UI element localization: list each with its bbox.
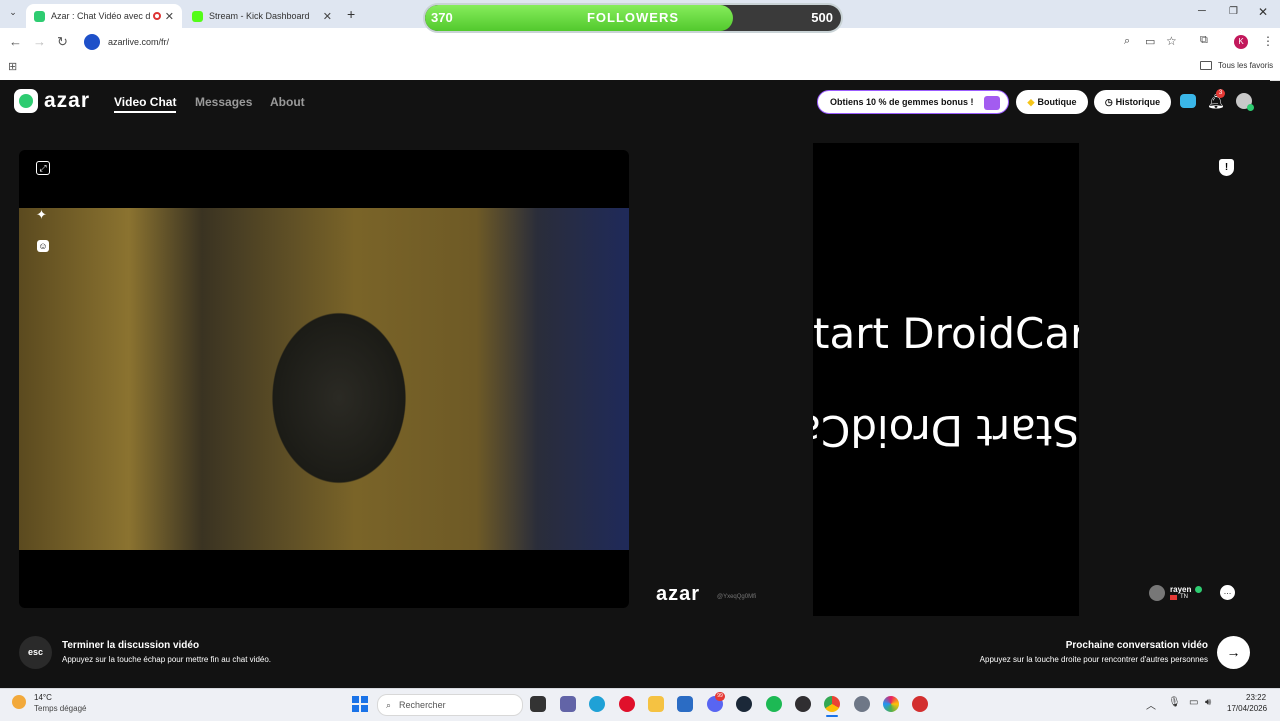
history-button[interactable]: ◷ Historique xyxy=(1094,90,1171,114)
tab-list-button[interactable]: ⌄ xyxy=(6,7,20,21)
edge-icon[interactable] xyxy=(589,696,605,712)
tunisia-flag-icon xyxy=(1170,594,1177,600)
bookmark-star-icon[interactable]: ☆ xyxy=(1166,34,1177,48)
gems-balance-icon[interactable] xyxy=(1180,94,1196,108)
esc-key-button[interactable]: esc xyxy=(19,636,52,669)
next-chat-button[interactable]: → xyxy=(1217,636,1250,669)
recording-icon xyxy=(152,12,161,20)
azar-logo[interactable]: azar xyxy=(14,89,90,113)
gem-promo-button[interactable]: Obtiens 10 % de gemmes bonus ! xyxy=(817,90,1009,114)
peer-avatar[interactable] xyxy=(1149,585,1165,601)
close-window-button[interactable]: ✕ xyxy=(1258,5,1268,19)
store-icon[interactable] xyxy=(677,696,693,712)
tab-azar[interactable]: Azar : Chat Vidéo avec de n ✕ xyxy=(26,4,182,28)
forward-arrow-icon[interactable]: → xyxy=(33,34,46,49)
close-tab-icon[interactable]: ✕ xyxy=(323,10,332,23)
steam-icon[interactable] xyxy=(736,696,752,712)
discord-badge: 99 xyxy=(715,692,725,701)
nav-video-chat[interactable]: Video Chat xyxy=(114,95,177,113)
color-picker-icon[interactable] xyxy=(883,696,899,712)
magic-wand-icon[interactable]: ✦ xyxy=(36,207,47,223)
droidcam-text-mirrored: Start DroidCam xyxy=(813,406,1079,455)
settings-gear-icon[interactable] xyxy=(854,696,870,712)
all-bookmarks[interactable]: Tous les favoris xyxy=(1200,61,1273,70)
clock-date[interactable]: 17/04/2026 xyxy=(1227,704,1267,713)
file-explorer-icon[interactable] xyxy=(648,696,664,712)
nav-messages[interactable]: Messages xyxy=(195,95,252,109)
kick-favicon-icon xyxy=(192,10,203,22)
azar-favicon-icon xyxy=(34,10,45,22)
weather-moon-icon xyxy=(12,695,26,709)
chat-bubble-icon[interactable]: … xyxy=(1220,585,1235,600)
gem-icon: ◆ xyxy=(1027,96,1035,107)
followers-label: FOLLOWERS xyxy=(586,10,680,25)
reload-icon[interactable]: ↻ xyxy=(57,34,68,50)
taskbar-search[interactable]: ⌕ Rechercher xyxy=(377,694,523,716)
zoom-icon[interactable]: ⌕ xyxy=(1124,35,1130,48)
remote-video: tart DroidCar Start DroidCam xyxy=(813,143,1079,616)
url-text: azarlive.com/fr/ xyxy=(108,37,170,47)
windows-taskbar xyxy=(0,688,1280,721)
next-chat-description: Appuyez sur la touche droite pour rencon… xyxy=(979,655,1208,664)
weather-temp[interactable]: 14°C xyxy=(34,693,52,702)
search-icon: ⌕ xyxy=(386,699,392,710)
online-status-dot xyxy=(1247,104,1254,111)
notification-badge: 3 xyxy=(1216,89,1225,98)
tab-kick[interactable]: Stream - Kick Dashboard ✕ xyxy=(184,4,340,28)
tab-title: Azar : Chat Vidéo avec de n xyxy=(51,11,150,21)
droidcam-text-top: tart DroidCar xyxy=(813,309,1079,358)
apps-grid-icon[interactable]: ⊞ xyxy=(8,60,17,73)
obs-icon[interactable] xyxy=(795,696,811,712)
spotify-icon[interactable] xyxy=(766,696,782,712)
nav-about[interactable]: About xyxy=(270,95,305,109)
clock-icon: ◷ xyxy=(1104,96,1113,107)
next-chat-title: Prochaine conversation vidéo xyxy=(1065,640,1208,651)
peer-name: rayen xyxy=(1170,585,1192,594)
expand-icon[interactable]: ⤢ xyxy=(36,161,50,175)
volume-icon[interactable]: 🔊︎ xyxy=(1205,697,1211,708)
weather-desc[interactable]: Temps dégagé xyxy=(34,704,86,713)
azar-logo-icon xyxy=(14,89,38,113)
face-filter-icon[interactable]: ☺ xyxy=(37,240,49,252)
chrome-icon[interactable] xyxy=(824,696,840,712)
end-chat-title: Terminer la discussion vidéo xyxy=(62,640,200,651)
site-info-icon[interactable] xyxy=(84,34,100,50)
followers-goal-bar: 370 FOLLOWERS 500 xyxy=(425,5,841,31)
report-shield-icon[interactable]: ! xyxy=(1219,159,1234,176)
followers-goal: 500 xyxy=(811,10,833,25)
video-player-icon[interactable] xyxy=(912,696,928,712)
display-icon[interactable]: ▭ xyxy=(1189,697,1198,708)
end-chat-description: Appuyez sur la touche échap pour mettre … xyxy=(62,655,272,664)
windows-start-icon[interactable] xyxy=(352,696,368,712)
opera-icon[interactable] xyxy=(619,696,635,712)
restore-button[interactable]: ❐ xyxy=(1229,6,1238,17)
peer-country: TN xyxy=(1170,594,1188,600)
tray-chevron-icon[interactable]: ︿ xyxy=(1146,697,1156,712)
webcam-feed-image xyxy=(19,208,629,550)
address-field[interactable]: azarlive.com/fr/ xyxy=(80,31,1160,53)
local-video xyxy=(19,150,629,608)
azar-watermark: azar xyxy=(656,583,701,605)
back-arrow-icon[interactable]: ← xyxy=(9,34,22,49)
minimize-button[interactable]: ─ xyxy=(1198,5,1206,17)
tab-title: Stream - Kick Dashboard xyxy=(209,11,310,21)
profile-avatar[interactable]: K xyxy=(1234,35,1248,49)
clock-time[interactable]: 23:22 xyxy=(1246,693,1266,702)
teams-icon[interactable] xyxy=(560,696,576,712)
verified-icon xyxy=(1195,586,1202,593)
new-tab-button[interactable]: + xyxy=(347,6,355,22)
task-view-icon[interactable] xyxy=(530,696,546,712)
bookmarks-bar xyxy=(0,56,1280,81)
close-tab-icon[interactable]: ✕ xyxy=(165,10,174,23)
shop-button[interactable]: ◆ Boutique xyxy=(1016,90,1088,114)
folder-icon xyxy=(1200,61,1212,70)
active-app-indicator xyxy=(826,715,838,717)
extensions-icon[interactable]: ⧉ xyxy=(1200,34,1208,47)
cast-icon[interactable]: ▭ xyxy=(1145,35,1155,48)
microphone-icon[interactable]: 🎙︎ xyxy=(1168,697,1181,708)
gift-icon xyxy=(984,96,1000,110)
watermark-id: @YxeqQg0Mfi xyxy=(717,594,757,600)
menu-kebab-icon[interactable]: ⋮ xyxy=(1262,34,1274,48)
